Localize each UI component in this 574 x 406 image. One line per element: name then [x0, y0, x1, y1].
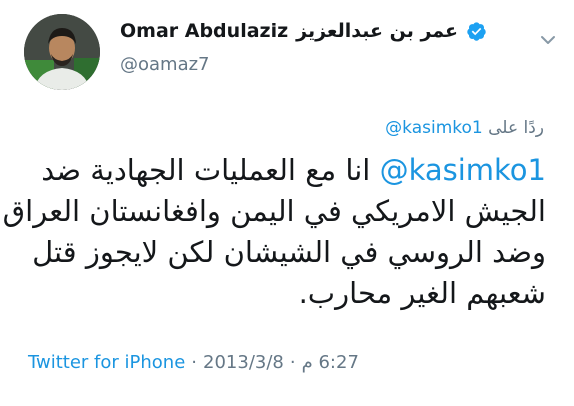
tweet-text-line-1: انا مع العمليات الجهادية ضد	[41, 153, 371, 187]
tweet-text: @kasimko1 انا مع العمليات الجهادية ضد ال…	[2, 150, 546, 314]
display-name-ar[interactable]: عمر بن عبدالعزيز	[296, 20, 458, 42]
tweet-mention[interactable]: @kasimko1	[380, 153, 546, 187]
tweet-line-4: شعبهم الغير محارب.	[298, 276, 546, 310]
display-name-row[interactable]: Omar Abdulaziz عمر بن عبدالعزيز	[120, 20, 487, 42]
replying-to-label: ردًا على	[488, 118, 544, 138]
replying-to-link[interactable]: @kasimko1	[385, 118, 483, 138]
tweet-line-2: الجيش الامريكي في اليمن وافغانستان العرا…	[2, 194, 546, 228]
tweet-line-3: وضد الروسي في الشيشان لكن لايجوز قتل	[32, 235, 546, 269]
tweet-source-link[interactable]: Twitter for iPhone	[28, 352, 185, 373]
tweet-date[interactable]: 2013/3/8	[203, 352, 284, 373]
avatar-image	[24, 14, 100, 90]
tweet-line-1: @kasimko1 انا مع العمليات الجهادية ضد	[26, 150, 546, 191]
meta-separator: ·	[289, 352, 296, 373]
replying-to: ردًا على @kasimko1	[385, 118, 544, 138]
avatar[interactable]	[24, 14, 100, 90]
display-name-en[interactable]: Omar Abdulaziz	[120, 20, 288, 42]
verified-badge-icon	[466, 21, 487, 42]
user-handle[interactable]: @oamaz7	[120, 54, 210, 75]
chevron-down-icon[interactable]	[538, 30, 558, 50]
tweet-card: Omar Abdulaziz عمر بن عبدالعزيز @oamaz7 …	[0, 0, 574, 406]
meta-separator: ·	[191, 352, 198, 373]
tweet-meta: Twitter for iPhone · 2013/3/8 · 6:27 م	[28, 352, 359, 373]
tweet-time[interactable]: 6:27 م	[302, 352, 359, 373]
